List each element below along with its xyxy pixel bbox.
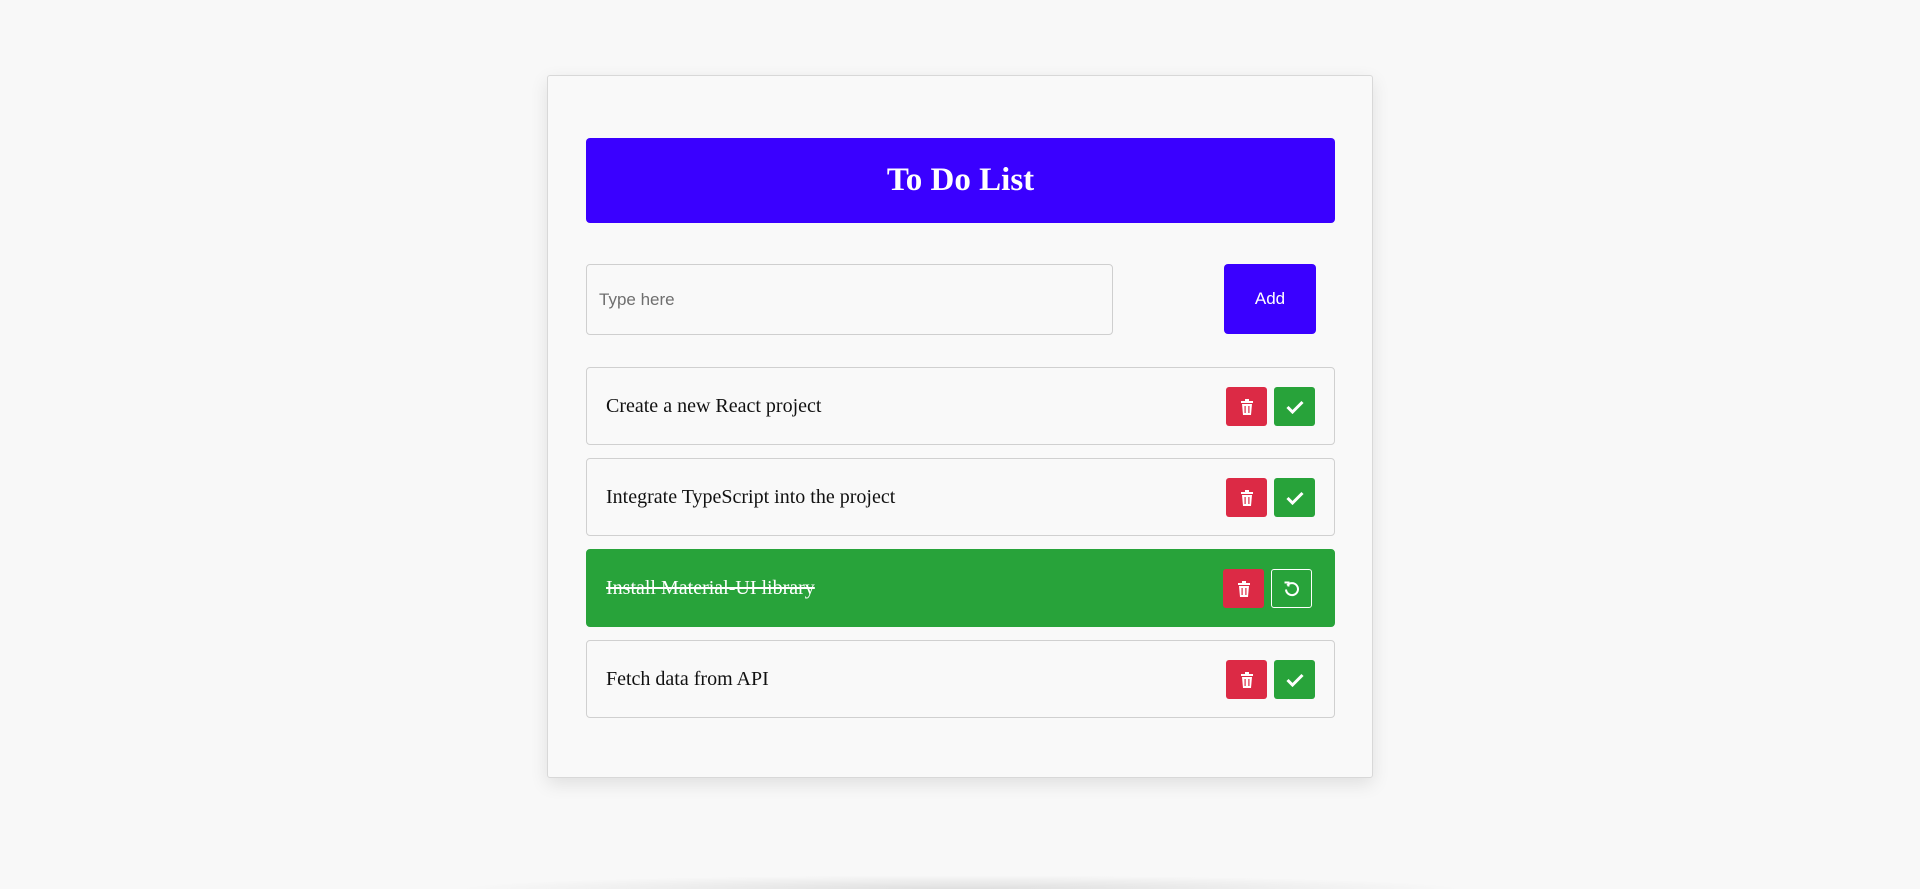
task-text: Integrate TypeScript into the project: [606, 485, 896, 508]
task-item: Integrate TypeScript into the project: [586, 458, 1335, 536]
header-bar: To Do List: [586, 138, 1335, 223]
bottom-shadow: [450, 875, 1470, 889]
page: To Do List Add Create a new React projec…: [0, 0, 1920, 889]
delete-button[interactable]: [1223, 569, 1264, 608]
task-text: Install Material-UI library: [606, 576, 815, 599]
trash-icon: [1240, 489, 1254, 506]
check-icon: [1285, 400, 1304, 414]
task-list: Create a new React project Integrate Typ…: [586, 367, 1335, 731]
check-icon: [1285, 673, 1304, 687]
undo-button[interactable]: [1271, 569, 1312, 608]
complete-button[interactable]: [1274, 387, 1315, 426]
complete-button[interactable]: [1274, 660, 1315, 699]
add-button[interactable]: Add: [1224, 264, 1316, 334]
task-item: Create a new React project: [586, 367, 1335, 445]
task-text: Create a new React project: [606, 394, 822, 417]
trash-icon: [1240, 398, 1254, 415]
check-icon: [1285, 491, 1304, 505]
task-text: Fetch data from API: [606, 667, 769, 690]
complete-button[interactable]: [1274, 478, 1315, 517]
page-title: To Do List: [886, 162, 1035, 198]
delete-button[interactable]: [1226, 387, 1267, 426]
trash-icon: [1240, 671, 1254, 688]
delete-button[interactable]: [1226, 660, 1267, 699]
undo-icon: [1283, 580, 1301, 598]
delete-button[interactable]: [1226, 478, 1267, 517]
task-item: Fetch data from API: [586, 640, 1335, 718]
task-input[interactable]: [586, 264, 1113, 335]
todo-card: To Do List Add Create a new React projec…: [547, 75, 1373, 778]
trash-icon: [1237, 580, 1251, 597]
task-item-completed: Install Material-UI library: [586, 549, 1335, 627]
